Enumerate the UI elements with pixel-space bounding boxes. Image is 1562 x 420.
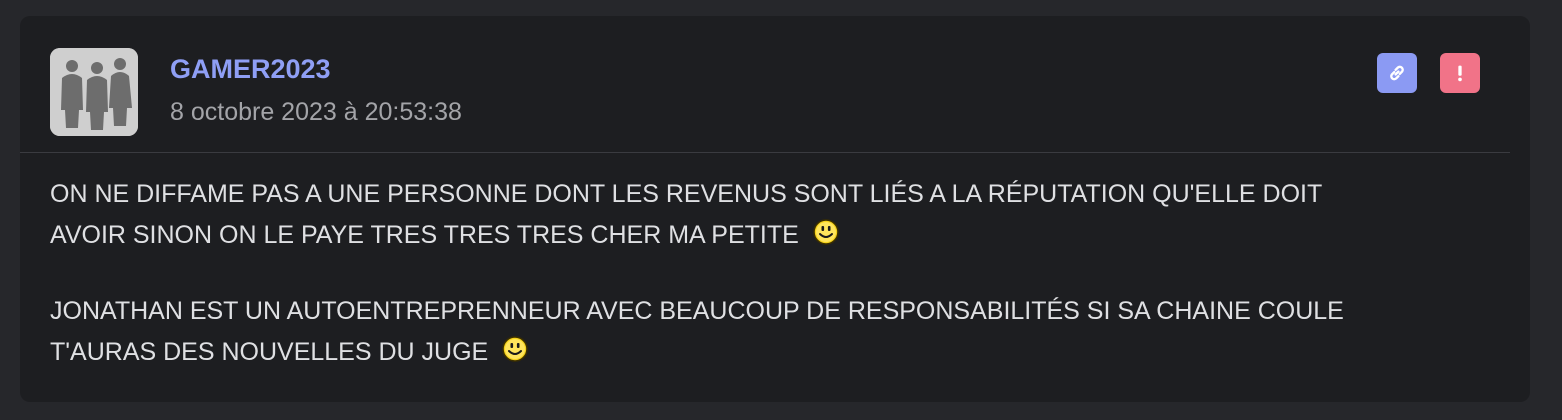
post-card: GAMER2023 8 octobre 2023 à 20:53:38 ON N… — [20, 16, 1530, 402]
post-paragraph: ON NE DIFFAME PAS A UNE PERSONNE DONT LE… — [50, 174, 1470, 256]
post-text-line: ON NE DIFFAME PAS A UNE PERSONNE DONT LE… — [50, 180, 1323, 208]
permalink-button[interactable] — [1377, 53, 1417, 93]
report-button[interactable] — [1440, 53, 1480, 93]
post-text-line: JONATHAN EST UN AUTOENTREPRENNEUR AVEC B… — [50, 297, 1344, 325]
link-icon — [1390, 65, 1404, 81]
post-paragraph: JONATHAN EST UN AUTOENTREPRENNEUR AVEC B… — [50, 291, 1470, 373]
smiley-icon — [812, 218, 840, 246]
post-timestamp: 8 octobre 2023 à 20:53:38 — [170, 98, 462, 126]
exclamation-icon — [1458, 65, 1462, 82]
avatar-image — [50, 48, 138, 136]
post-text-line: AVOIR SINON ON LE PAYE TRES TRES TRES CH… — [50, 221, 799, 249]
post-content: ON NE DIFFAME PAS A UNE PERSONNE DONT LE… — [50, 174, 1470, 408]
post-text-line: T'AURAS DES NOUVELLES DU JUGE — [50, 338, 489, 366]
smiley-icon — [501, 335, 529, 363]
username-link[interactable]: GAMER2023 — [170, 54, 331, 85]
divider — [20, 152, 1510, 153]
avatar[interactable] — [50, 48, 138, 136]
